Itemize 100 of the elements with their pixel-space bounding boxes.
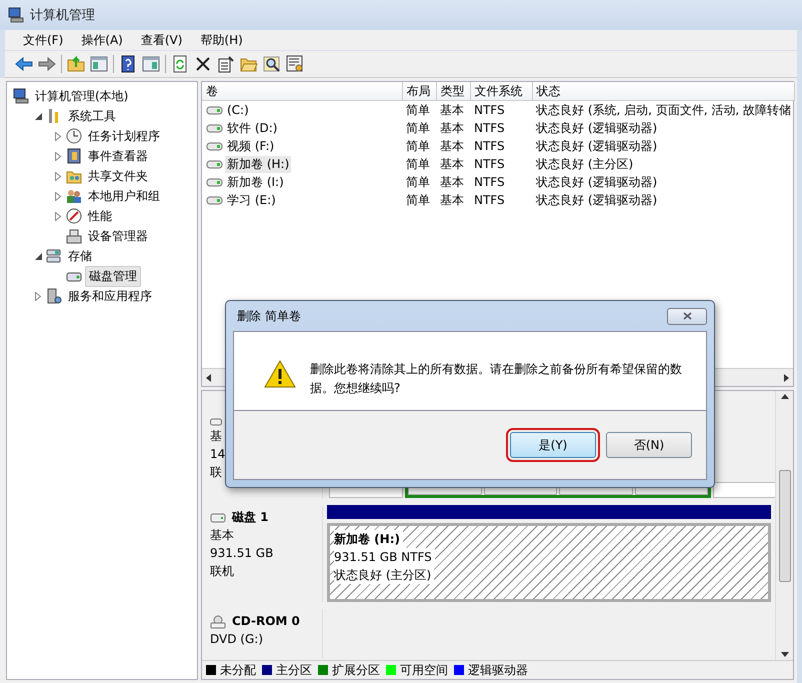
tree-item[interactable]: 计算机管理(本地) <box>32 86 132 106</box>
scroll-up-icon[interactable] <box>780 394 788 399</box>
volume-name[interactable]: (C:) <box>225 103 251 117</box>
column-header[interactable]: 卷 <box>202 82 402 100</box>
scroll-right-icon[interactable] <box>784 374 789 382</box>
drive-icon <box>206 158 223 170</box>
table-cell-text: 状态良好 (主分区) <box>535 156 634 172</box>
drive-icon <box>206 176 223 188</box>
legend-label: 主分区 <box>276 662 312 678</box>
disk-info: DVD (G:) <box>210 631 264 648</box>
tree-item[interactable]: 任务计划程序 <box>85 126 163 146</box>
disk-name: 磁盘 1 <box>232 509 269 526</box>
legend-label: 逻辑驱动器 <box>468 662 528 678</box>
device-icon <box>66 228 82 244</box>
partition-size: 931.51 GB NTFS <box>334 548 435 566</box>
disk-info: 基 <box>210 428 223 445</box>
table-cell-text: 简单 <box>405 138 431 154</box>
volume-name[interactable]: 学习 (E:) <box>225 192 278 208</box>
scroll-thumb[interactable] <box>778 470 790 582</box>
table-cell-text: 状态良好 (逻辑驱动器) <box>535 138 658 154</box>
table-cell-text: NTFS <box>473 174 506 191</box>
scrollbar[interactable] <box>775 391 793 660</box>
help-icon[interactable] <box>119 55 137 73</box>
table-cell: 基本 <box>436 100 470 119</box>
table-cell-text: NTFS <box>473 120 506 137</box>
panel-icon[interactable] <box>90 55 108 73</box>
close-button[interactable] <box>667 308 707 324</box>
gauge-icon <box>66 208 82 224</box>
optical-drive-icon <box>210 614 226 629</box>
scroll-down-icon[interactable] <box>780 652 788 657</box>
tree-item[interactable]: 性能 <box>85 206 115 226</box>
table-cell-text: NTFS <box>473 192 506 209</box>
volume-name[interactable]: 视频 (F:) <box>225 138 276 154</box>
table-cell: 状态良好 (系统, 启动, 页面文件, 活动, 故障转储 <box>532 100 794 119</box>
partition[interactable]: 新加卷 (H:) 931.51 GB NTFS 状态良好 (主分区) <box>327 523 771 602</box>
warning-icon <box>264 360 296 388</box>
disk-info: 联机 <box>210 563 235 580</box>
collapsed-arrow-icon[interactable] <box>55 152 61 160</box>
disk-info: 14 <box>210 446 226 463</box>
tree-item[interactable]: 存储 <box>65 246 95 266</box>
volume-name[interactable]: 软件 (D:) <box>225 120 280 136</box>
column-header[interactable]: 布局 <box>402 82 436 100</box>
table-cell: 简单 <box>402 100 436 119</box>
disk-info: 联 <box>210 464 223 481</box>
forward-arrow-icon[interactable] <box>38 55 56 73</box>
clock-icon <box>66 128 82 144</box>
table-cell-text: 基本 <box>439 120 465 136</box>
tree-item[interactable]: 服务和应用程序 <box>65 286 155 306</box>
properties-icon[interactable] <box>217 55 235 73</box>
partition-name: 新加卷 (H:) <box>334 530 403 548</box>
dialog-button[interactable]: 否(N) <box>606 432 692 458</box>
computer-icon <box>13 88 29 104</box>
column-header[interactable]: 类型 <box>436 82 470 100</box>
scroll-left-icon[interactable] <box>206 374 211 382</box>
tree-item[interactable]: 本地用户和组 <box>85 186 163 206</box>
collapsed-arrow-icon[interactable] <box>55 192 61 200</box>
expanded-arrow-icon[interactable] <box>34 112 42 120</box>
tree-item[interactable]: 事件查看器 <box>85 146 151 166</box>
table-cell-text: 简单 <box>405 192 431 208</box>
table-cell-text: 简单 <box>405 156 431 172</box>
dialog-title: 删除 简单卷 <box>237 308 301 324</box>
expanded-arrow-icon[interactable] <box>34 252 42 260</box>
column-header[interactable]: 文件系统 <box>470 82 532 100</box>
dialog-message: 删除此卷将清除其上的所有数据。请在删除之前备份所有希望保留的数据。您想继续吗? <box>310 361 683 397</box>
disk-info: 931.51 GB <box>210 545 274 562</box>
column-header[interactable]: 状态 <box>532 82 794 100</box>
menu-item[interactable]: 查看(V) <box>132 32 190 48</box>
collapsed-arrow-icon[interactable] <box>55 172 61 180</box>
users-icon <box>66 188 82 204</box>
drive-icon <box>206 122 223 134</box>
folder-up-icon[interactable] <box>67 55 85 73</box>
tree-item[interactable]: 系统工具 <box>65 106 119 126</box>
legend-label: 未分配 <box>220 662 256 678</box>
table-cell-text: 简单 <box>405 120 431 136</box>
search-icon[interactable] <box>263 55 281 73</box>
menu-item[interactable]: 文件(F) <box>15 32 72 48</box>
disk-drive-icon <box>210 417 222 427</box>
tree-item[interactable]: 共享文件夹 <box>85 166 151 186</box>
table-cell: NTFS <box>470 100 532 119</box>
volume-name[interactable]: 新加卷 (I:) <box>225 174 286 190</box>
volume-name[interactable]: 新加卷 (H:) <box>225 156 292 172</box>
table-cell-text: 简单 <box>405 174 431 190</box>
tree-item[interactable]: 磁盘管理 <box>85 266 141 286</box>
menu-item[interactable]: 帮助(H) <box>192 32 251 48</box>
panel-icon[interactable] <box>142 55 160 73</box>
settings-icon[interactable] <box>286 55 304 73</box>
refresh-icon[interactable] <box>171 55 189 73</box>
table-cell-text: 状态良好 (逻辑驱动器) <box>535 192 658 208</box>
partition-status: 状态良好 (主分区) <box>334 566 434 584</box>
collapsed-arrow-icon[interactable] <box>35 292 41 300</box>
menu-item[interactable]: 操作(A) <box>73 32 131 48</box>
tree-item[interactable]: 设备管理器 <box>85 226 151 246</box>
close-icon[interactable] <box>194 55 212 73</box>
disk-name: CD-ROM 0 <box>232 613 300 630</box>
collapsed-arrow-icon[interactable] <box>55 212 61 220</box>
collapsed-arrow-icon[interactable] <box>55 132 61 140</box>
table-cell-text: 基本 <box>439 156 465 172</box>
table-cell-text: NTFS <box>473 156 506 173</box>
window-title: 计算机管理 <box>30 7 95 24</box>
back-arrow-icon[interactable] <box>15 55 33 73</box>
